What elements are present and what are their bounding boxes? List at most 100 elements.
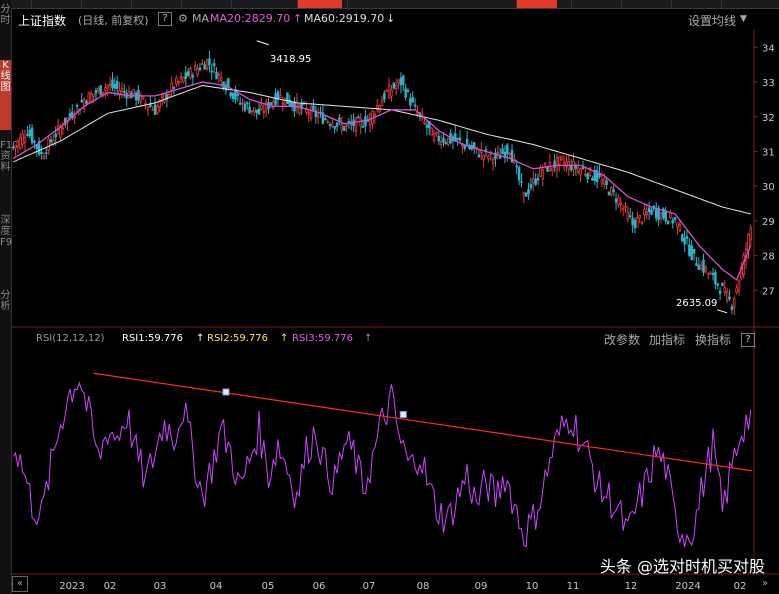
- candle-body: [40, 151, 43, 155]
- y-tick-label: 29: [762, 217, 775, 228]
- candle-body: [709, 272, 712, 275]
- candle-body: [212, 63, 216, 66]
- candle-body: [560, 156, 563, 160]
- candle-body: [345, 124, 348, 127]
- candle-body: [75, 104, 79, 107]
- candle-body: [170, 82, 173, 91]
- candle-body: [463, 145, 466, 149]
- add-indicator-button[interactable]: 加指标: [649, 331, 685, 348]
- candle-body: [621, 207, 625, 211]
- candle-body: [617, 197, 620, 205]
- candle-body: [591, 177, 594, 181]
- candle-body: [191, 75, 195, 78]
- x-tick-label: 03: [154, 581, 167, 592]
- candle-body: [749, 227, 753, 241]
- x-tick-label: 12: [625, 581, 638, 592]
- candle-body: [508, 152, 511, 155]
- candle-body: [281, 102, 284, 105]
- candle-body: [683, 237, 686, 245]
- candle-body: [397, 79, 400, 84]
- candle-body: [241, 102, 244, 105]
- candle-body: [643, 209, 646, 216]
- x-tick-label: 08: [417, 581, 430, 592]
- candle-body: [99, 85, 102, 96]
- candle-body: [141, 95, 145, 99]
- candle-body: [676, 222, 679, 228]
- candle-body: [437, 135, 440, 142]
- y-tick-label: 30: [762, 182, 775, 193]
- candle-body: [664, 210, 667, 222]
- candle-body: [45, 152, 48, 155]
- scroll-right-button[interactable]: »: [762, 578, 768, 589]
- candle-body: [515, 165, 518, 168]
- candle-body: [432, 133, 436, 142]
- candle-body: [411, 96, 414, 103]
- candle-body: [692, 248, 696, 254]
- candle-body: [539, 167, 542, 177]
- candle-body: [586, 173, 589, 180]
- candle-body: [522, 191, 526, 196]
- candle-body: [574, 165, 578, 169]
- x-tick-label: 04: [210, 581, 223, 592]
- candle-body: [246, 102, 249, 105]
- switch-indicator-button[interactable]: 换指标: [695, 331, 731, 348]
- candle-body: [250, 110, 254, 113]
- candle-body: [87, 92, 91, 104]
- candle-body: [80, 99, 83, 103]
- scroll-left-button[interactable]: «: [12, 576, 28, 592]
- candle-body: [279, 95, 282, 98]
- candle-body: [501, 148, 504, 155]
- candle-body: [61, 127, 65, 130]
- candle-body: [487, 155, 490, 160]
- x-tick-label: 05: [262, 581, 275, 592]
- candle-body: [92, 93, 95, 97]
- candle-body: [413, 104, 417, 107]
- candle-body: [326, 121, 329, 124]
- candle-body: [73, 116, 76, 119]
- candle-body: [446, 137, 450, 145]
- candle-body: [33, 140, 36, 143]
- candle-body: [274, 93, 277, 105]
- candle-body: [217, 73, 221, 76]
- candle-body: [186, 71, 190, 77]
- candle-body: [629, 215, 632, 218]
- change-param-button[interactable]: 改参数: [604, 331, 640, 348]
- candle-body: [707, 272, 710, 275]
- candle-body: [688, 244, 691, 256]
- candle-body: [94, 90, 98, 94]
- candle-body: [272, 101, 275, 109]
- candle-body: [666, 220, 670, 225]
- candle-body: [558, 156, 561, 165]
- candle-body: [309, 106, 313, 119]
- x-tick-label: 2023: [59, 581, 84, 592]
- candle-body: [229, 92, 232, 97]
- candle-body: [16, 140, 20, 147]
- candle-body: [101, 91, 105, 94]
- candle-body: [283, 97, 287, 106]
- candle-body: [477, 154, 481, 158]
- candle-body: [153, 104, 157, 115]
- rsi3-value: RSI3:59.776: [292, 333, 353, 344]
- candle-body: [333, 126, 336, 129]
- arrow-up-icon: ↑: [196, 333, 205, 344]
- x-tick-label: 06: [313, 581, 326, 592]
- candle-body: [354, 117, 358, 132]
- candle-body: [127, 90, 131, 98]
- candle-body: [636, 217, 639, 228]
- candle-body: [659, 213, 663, 220]
- watermark: 头条 @选对时机买对股: [599, 557, 765, 576]
- candle-body: [506, 144, 509, 155]
- candle-body: [172, 86, 176, 89]
- candle-body: [425, 124, 429, 128]
- candle-body: [156, 105, 159, 114]
- candle-body: [26, 133, 29, 136]
- candle-body: [220, 76, 223, 82]
- candle-body: [177, 80, 180, 84]
- candle-body: [182, 76, 185, 83]
- rsi-help-button[interactable]: ?: [741, 333, 755, 347]
- candle-body: [541, 169, 544, 180]
- candle-body: [390, 89, 393, 97]
- candle-body: [714, 271, 717, 284]
- candle-body: [189, 68, 192, 78]
- candle-body: [423, 121, 426, 125]
